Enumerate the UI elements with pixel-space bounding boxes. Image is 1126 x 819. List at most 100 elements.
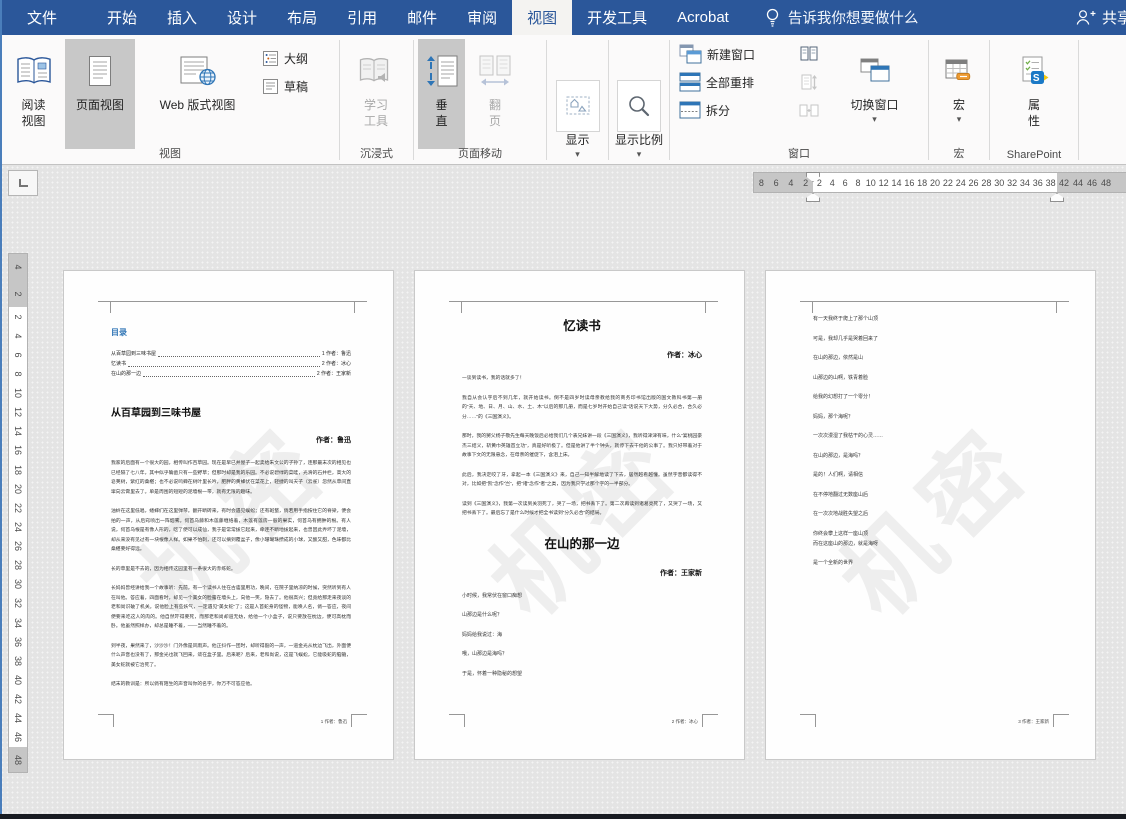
web-layout-button[interactable]: Web 版式视图: [138, 39, 257, 149]
ruler-number: 22: [941, 178, 954, 188]
toc-entry: 从百草园到三味书屋1 作者：鲁迅: [111, 349, 351, 359]
ribbon-tab[interactable]: 审阅: [452, 0, 512, 35]
toc-heading: 目录: [111, 327, 351, 338]
ribbon-tab[interactable]: 引用: [332, 0, 392, 35]
reset-window-position-icon[interactable]: [797, 99, 821, 121]
outline-button[interactable]: 大纲: [259, 47, 311, 69]
read-mode-icon: [15, 45, 53, 97]
right-indent-marker[interactable]: [1050, 193, 1064, 202]
margin-crop-mark: [702, 714, 718, 727]
ruler-number: 26: [967, 178, 980, 188]
ribbon-tab[interactable]: 布局: [272, 0, 332, 35]
vertical-button[interactable]: 垂直: [418, 39, 465, 149]
print-layout-button[interactable]: 页面视图: [65, 39, 135, 149]
document-page[interactable]: 机密目录从百草园到三味书屋1 作者：鲁迅忆读书2 作者：冰心在山的那一边2 作者…: [63, 270, 394, 760]
document-canvas[interactable]: 8642 2468101214161820222426283032343638 …: [0, 165, 1126, 819]
toc-dot-leader: [158, 356, 320, 357]
print-layout-label: 页面视图: [76, 97, 124, 113]
ribbon-tabs: 文件开始插入设计布局引用邮件审阅视图开发工具Acrobat: [8, 0, 744, 35]
paragraph: 长的草里是不去的，因为相传这园里有一条很大的赤练蛇。: [111, 565, 351, 575]
poem-line: 有一天我终于爬上了那个山顶: [813, 315, 1053, 322]
ruler-number: 44: [13, 709, 23, 727]
show-button[interactable]: 显示: [549, 74, 606, 184]
document-page[interactable]: 机密忆读书作者：冰心一谈到读书，我的话就多了！我自从会认字后不到几年，就开始读书…: [414, 270, 745, 760]
paragraph: 读到《三国演义》，我第一次读到关羽死了，哭了一场，把书丢下了。第二次再读到诸葛亮…: [462, 500, 702, 519]
paragraph: 结末的教训是：所以倘有陌生的声音叫你的名字，你万不可答应他。: [111, 680, 351, 690]
poem-line: 山那边是什么呢？: [462, 611, 702, 618]
poem-line: 给我的幻想打了一个零分！: [813, 393, 1053, 400]
show-icon: [556, 80, 600, 132]
new-window-button[interactable]: 新建窗口: [676, 43, 758, 65]
ruler-number: 2: [13, 308, 23, 326]
tell-me-label: 告诉我你想要做什么: [788, 7, 919, 28]
synchronous-scrolling-icon[interactable]: [797, 71, 821, 93]
page-body: 有一天我终于爬上了那个山顶可是，我却几乎是哭着回来了在山的那边，依然是山山那边的…: [813, 301, 1053, 709]
ruler-number: 18: [13, 461, 23, 479]
ruler-number: 20: [929, 178, 942, 188]
view-side-by-side-icon[interactable]: [797, 43, 821, 65]
hanging-indent-marker[interactable]: [806, 193, 820, 202]
author-line: 作者：冰心: [462, 350, 702, 360]
toc-entry-page-author: 2 作者：王家新: [317, 369, 351, 379]
ribbon-tab[interactable]: 邮件: [392, 0, 452, 35]
horizontal-ruler-right-margin: 42444648: [1057, 172, 1126, 193]
group-label-views: 视图: [3, 145, 337, 161]
read-mode-button[interactable]: 阅读视图: [5, 39, 62, 149]
vertical-icon: [425, 45, 459, 97]
ruler-number: 2: [13, 285, 23, 303]
arrange-all-button[interactable]: 全部重排: [676, 71, 757, 93]
learning-tools-button[interactable]: 学习工具: [347, 39, 405, 149]
group-separator: [669, 40, 670, 160]
ruler-number: 18: [916, 178, 929, 188]
group-separator: [1078, 40, 1079, 160]
ribbon-tab[interactable]: 文件: [8, 0, 76, 35]
page-body: 忆读书作者：冰心一谈到读书，我的话就多了！我自从会认字后不到几年，就开始读书。倒…: [462, 301, 702, 709]
draft-button[interactable]: 草稿: [259, 75, 311, 97]
group-window: 新建窗口 全部重排 拆分: [671, 35, 927, 164]
window-tools-column: [797, 43, 821, 121]
show-label: 显示: [565, 132, 589, 148]
ruler-number: 4: [826, 178, 839, 188]
document-page[interactable]: 机密有一天我终于爬上了那个山顶可是，我却几乎是哭着回来了在山的那边，依然是山山那…: [765, 270, 1096, 760]
outline-icon: [262, 50, 279, 67]
share-button[interactable]: 共享: [1075, 0, 1126, 35]
poem-line: 哦，山那边是海吗？: [462, 650, 702, 657]
poem-line: 可是，我却几乎是哭着回来了: [813, 335, 1053, 342]
ribbon-tab[interactable]: 开始: [92, 0, 152, 35]
toc-entry-page-author: 2 作者：冰心: [322, 359, 351, 369]
ribbon-tab[interactable]: Acrobat: [662, 0, 744, 35]
group-views: 阅读视图 页面视图 Web 版式视图 大纲 草稿 视图: [3, 35, 337, 164]
group-separator: [413, 40, 414, 160]
macros-button[interactable]: 宏: [937, 39, 981, 149]
side-to-side-button[interactable]: 翻页: [470, 39, 520, 149]
status-bar-edge: [0, 814, 1126, 819]
group-separator: [608, 40, 609, 160]
page-footer: 3 作者：王家新: [1018, 719, 1049, 725]
tell-me-box[interactable]: 告诉我你想要做什么: [764, 0, 919, 35]
ribbon-tab[interactable]: 视图: [512, 0, 572, 35]
vertical-ruler-top-margin: 42: [8, 253, 28, 307]
ruler-number: 28: [980, 178, 993, 188]
split-button[interactable]: 拆分: [676, 99, 733, 121]
poem-line: 妈妈给我说过：海: [462, 631, 702, 638]
ribbon-tab[interactable]: 开发工具: [572, 0, 662, 35]
properties-button[interactable]: S 属性: [1012, 39, 1056, 149]
ribbon-tab[interactable]: 设计: [212, 0, 272, 35]
tab-stop-selector[interactable]: [8, 170, 38, 196]
zoom-button[interactable]: 显示比例: [610, 74, 668, 184]
web-layout-label: Web 版式视图: [160, 97, 236, 113]
toc-dot-leader: [128, 366, 320, 367]
paragraph: 长妈妈曾经讲给我一个故事听：先前，有一个读书人住在古庙里用功，晚间，在院子里纳凉…: [111, 584, 351, 632]
arrange-all-icon: [679, 72, 701, 92]
ribbon-tab[interactable]: 插入: [152, 0, 212, 35]
switch-windows-label: 切换窗口: [850, 97, 898, 113]
ruler-number: 46: [1085, 178, 1099, 188]
article-title: 在山的那一边: [462, 533, 702, 552]
switch-windows-button[interactable]: 切换窗口: [827, 39, 922, 149]
ruler-number: 8: [852, 178, 865, 188]
ruler-number: 22: [13, 499, 23, 517]
poem-line: 于是，怀着一种隐秘的想望: [462, 670, 702, 677]
ruler-number: 30: [993, 178, 1006, 188]
poem-line: 在不停地翻过无数座山后: [813, 491, 1053, 498]
group-sharepoint: S 属性 SharePoint: [991, 35, 1077, 164]
